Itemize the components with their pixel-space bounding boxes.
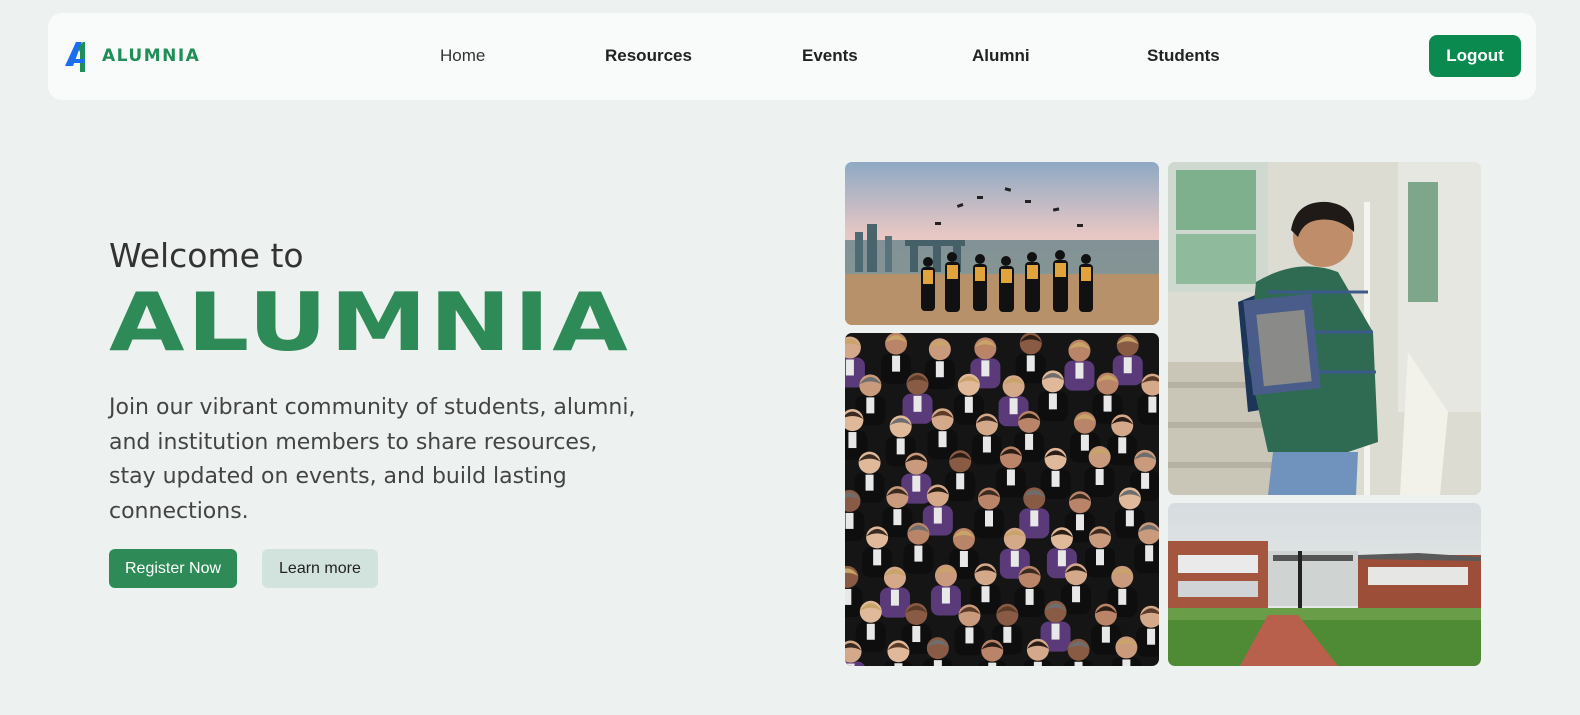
top-navbar: ALUMNIA Home Resources Events Alumni Stu… <box>48 13 1536 100</box>
nav-link-events[interactable]: Events <box>802 46 858 66</box>
hero-section: Welcome to ALUMNIA Join our vibrant comm… <box>109 236 669 588</box>
graduation-photo <box>845 162 1159 325</box>
brand-name: ALUMNIA <box>102 46 201 66</box>
learn-more-button[interactable]: Learn more <box>262 549 378 588</box>
nav-link-home[interactable]: Home <box>440 46 485 66</box>
hero-actions: Register Now Learn more <box>109 549 669 588</box>
register-now-button[interactable]: Register Now <box>109 549 238 588</box>
alumnia-logo-icon <box>65 42 85 72</box>
hero-brand-title: ALUMNIA <box>109 276 631 369</box>
campus-photo <box>1168 503 1481 666</box>
brand-logo[interactable]: ALUMNIA <box>64 40 200 72</box>
nav-link-alumni[interactable]: Alumni <box>972 46 1030 66</box>
student-photo <box>1168 162 1481 495</box>
logout-button[interactable]: Logout <box>1429 35 1521 77</box>
nav-link-students[interactable]: Students <box>1147 46 1220 66</box>
nav-link-resources[interactable]: Resources <box>605 46 692 66</box>
audience-photo <box>845 333 1159 666</box>
welcome-heading: Welcome to <box>109 236 304 275</box>
hero-description: Join our vibrant community of students, … <box>109 395 636 524</box>
